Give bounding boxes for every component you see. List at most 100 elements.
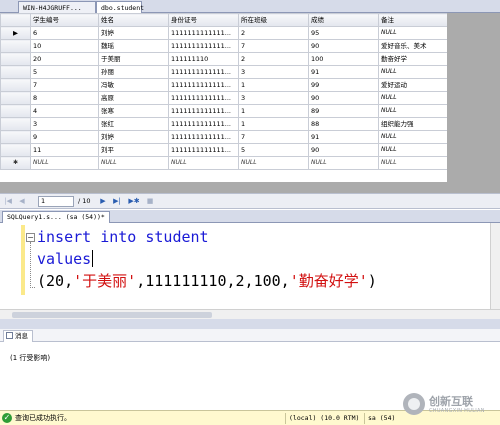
row-selector[interactable] — [0, 52, 31, 66]
first-record-icon[interactable]: |◀ — [3, 196, 13, 207]
column-header-score[interactable]: 成绩 — [308, 13, 379, 27]
grid-cell[interactable]: 3 — [238, 65, 309, 79]
grid-cell[interactable]: 于美丽 — [98, 52, 169, 66]
pane-splitter[interactable] — [0, 319, 500, 329]
grid-cell[interactable]: NULL — [378, 156, 448, 170]
grid-cell[interactable]: NULL — [238, 156, 309, 170]
table-row[interactable]: 9 刘婷 1111111111111... 7 91 NULL — [0, 130, 448, 144]
grid-cell[interactable]: 5 — [238, 143, 309, 157]
grid-cell[interactable]: 4 — [30, 104, 99, 118]
table-row[interactable]: 3 张红 1111111111111... 1 88 组织能力强 — [0, 117, 448, 131]
grid-cell[interactable]: 95 — [308, 26, 379, 40]
tab-sqlquery1[interactable]: SQLQuery1.s... (sa (54))* — [2, 211, 110, 223]
last-record-icon[interactable]: ▶| — [112, 196, 122, 207]
grid-cell[interactable]: 1111111111111... — [168, 130, 239, 144]
grid-cell[interactable]: NULL — [378, 91, 448, 105]
table-row[interactable]: 10 魏瑶 1111111111111... 7 90 爱好音乐、美术 — [0, 39, 448, 53]
grid-cell[interactable]: 魏瑶 — [98, 39, 169, 53]
grid-cell[interactable]: 7 — [238, 39, 309, 53]
grid-cell[interactable]: 1 — [238, 78, 309, 92]
grid-cell[interactable]: 刘婷 — [98, 26, 169, 40]
grid-cell[interactable]: 爱好运动 — [378, 78, 448, 92]
grid-cell[interactable]: 刘平 — [98, 143, 169, 157]
new-record-icon[interactable]: ▶✱ — [127, 196, 141, 207]
grid-cell[interactable]: 组织能力强 — [378, 117, 448, 131]
column-header-name[interactable]: 姓名 — [98, 13, 169, 27]
grid-cell[interactable]: 90 — [308, 91, 379, 105]
grid-cell[interactable]: 8 — [30, 91, 99, 105]
grid-cell[interactable]: 11 — [30, 143, 99, 157]
row-selector[interactable] — [0, 39, 31, 53]
grid-cell[interactable]: 111111110 — [168, 52, 239, 66]
grid-cell[interactable]: 100 — [308, 52, 379, 66]
grid-cell[interactable]: 7 — [30, 78, 99, 92]
grid-corner[interactable] — [0, 13, 31, 27]
grid-cell[interactable]: 3 — [238, 91, 309, 105]
current-row-marker[interactable]: ▶ — [0, 26, 31, 40]
grid-cell[interactable]: 1 — [238, 104, 309, 118]
grid-cell[interactable]: NULL — [168, 156, 239, 170]
grid-cell[interactable]: 2 — [238, 52, 309, 66]
grid-cell[interactable]: 90 — [308, 39, 379, 53]
grid-cell[interactable]: 20 — [30, 52, 99, 66]
scrollbar-thumb[interactable] — [12, 312, 212, 318]
grid-cell[interactable]: NULL — [378, 104, 448, 118]
stop-icon[interactable]: ■ — [145, 196, 155, 207]
row-selector[interactable] — [0, 78, 31, 92]
grid-cell[interactable]: NULL — [308, 156, 379, 170]
grid-cell[interactable]: 高原 — [98, 91, 169, 105]
column-header-class[interactable]: 所在班级 — [238, 13, 309, 27]
grid-cell[interactable]: NULL — [378, 143, 448, 157]
grid-cell[interactable]: 10 — [30, 39, 99, 53]
grid-cell[interactable]: 1111111111111... — [168, 91, 239, 105]
grid-cell[interactable]: NULL — [98, 156, 169, 170]
grid-cell[interactable]: 9 — [30, 130, 99, 144]
grid-cell[interactable]: 1111111111111... — [168, 78, 239, 92]
row-selector[interactable] — [0, 91, 31, 105]
grid-cell[interactable]: 5 — [30, 65, 99, 79]
new-row-marker[interactable]: ✱ — [0, 156, 31, 170]
tab-dbo-student[interactable]: dbo.student — [96, 1, 144, 13]
table-row[interactable]: 20 于美丽 111111110 2 100 勤奋好学 — [0, 52, 448, 66]
tab-messages[interactable]: 消息 — [3, 330, 33, 342]
grid-cell[interactable]: 3 — [30, 117, 99, 131]
grid-cell[interactable]: 91 — [308, 130, 379, 144]
table-row[interactable]: 4 张寒 1111111111111... 1 89 NULL — [0, 104, 448, 118]
editor-vertical-scrollbar[interactable] — [490, 223, 500, 309]
grid-cell[interactable]: NULL — [378, 65, 448, 79]
table-row[interactable]: ▶ 6 刘婷 1111111111111... 2 95 NULL — [0, 26, 448, 40]
record-number-input[interactable]: 1 — [38, 196, 74, 207]
grid-cell[interactable]: 张红 — [98, 117, 169, 131]
grid-cell[interactable]: 88 — [308, 117, 379, 131]
grid-cell[interactable]: 张寒 — [98, 104, 169, 118]
column-header-remark[interactable]: 备注 — [378, 13, 448, 27]
table-row[interactable]: 5 孙丽 1111111111111... 3 91 NULL — [0, 65, 448, 79]
table-row[interactable]: 8 高原 1111111111111... 3 90 NULL — [0, 91, 448, 105]
grid-cell[interactable]: 爱好音乐、美术 — [378, 39, 448, 53]
row-selector[interactable] — [0, 130, 31, 144]
grid-cell[interactable]: 89 — [308, 104, 379, 118]
collapse-icon[interactable]: − — [26, 233, 35, 242]
editor-horizontal-scrollbar[interactable] — [0, 309, 500, 319]
grid-cell[interactable]: 孙丽 — [98, 65, 169, 79]
grid-cell[interactable]: 1111111111111... — [168, 104, 239, 118]
grid-cell[interactable]: 1111111111111... — [168, 143, 239, 157]
tab-server[interactable]: WIN-H4JGRUFF... — [18, 1, 96, 13]
grid-cell[interactable]: 6 — [30, 26, 99, 40]
grid-cell[interactable]: 1111111111111... — [168, 117, 239, 131]
grid-cell[interactable]: 90 — [308, 143, 379, 157]
row-selector[interactable] — [0, 117, 31, 131]
grid-cell[interactable]: 勤奋好学 — [378, 52, 448, 66]
grid-cell[interactable]: NULL — [378, 26, 448, 40]
grid-cell[interactable]: 2 — [238, 26, 309, 40]
row-selector[interactable] — [0, 65, 31, 79]
grid-cell[interactable]: 7 — [238, 130, 309, 144]
grid-cell[interactable]: NULL — [30, 156, 99, 170]
grid-cell[interactable]: 1111111111111... — [168, 26, 239, 40]
grid-cell[interactable]: 刘婷 — [98, 130, 169, 144]
grid-cell[interactable]: 99 — [308, 78, 379, 92]
sql-editor[interactable]: − insert into student values (20,'于美丽',1… — [0, 223, 500, 319]
grid-cell[interactable]: NULL — [378, 130, 448, 144]
row-selector[interactable] — [0, 104, 31, 118]
grid-cell[interactable]: 1111111111111... — [168, 65, 239, 79]
